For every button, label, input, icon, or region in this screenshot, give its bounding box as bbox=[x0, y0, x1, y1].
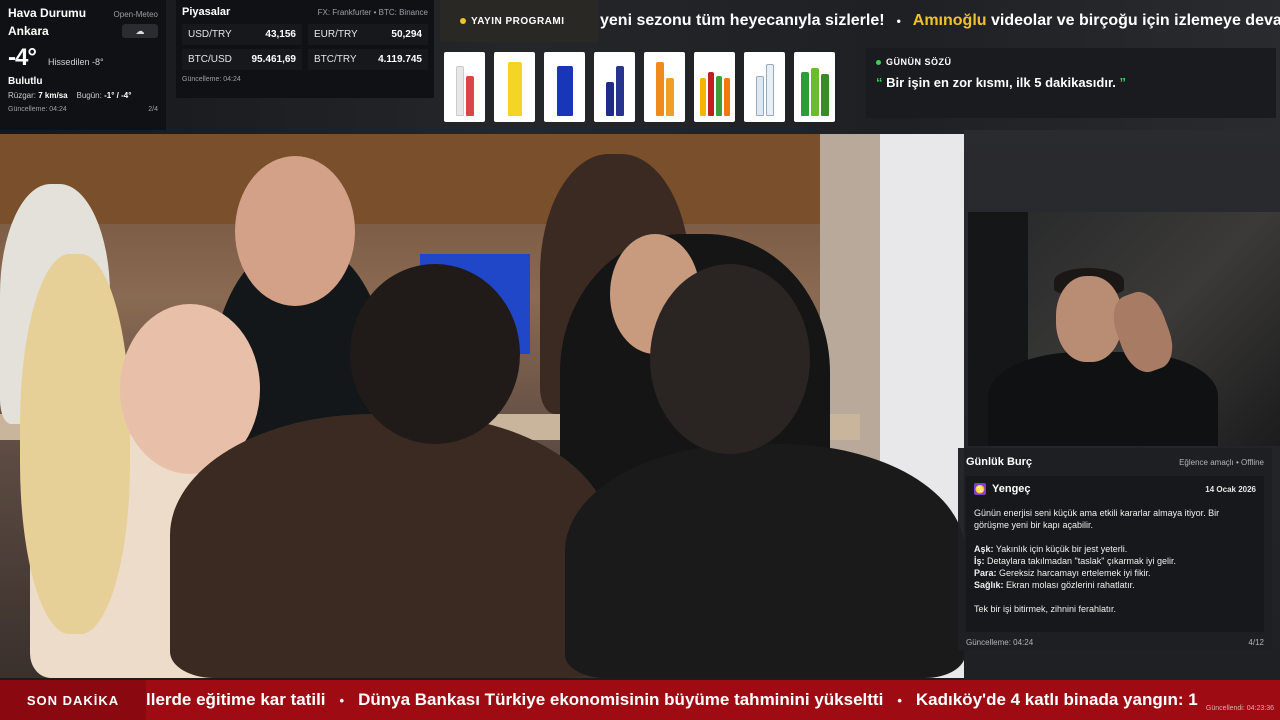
horoscope-intro: Günün enerjisi seni küçük ama etkili kar… bbox=[974, 508, 1220, 530]
horoscope-work: İş: Detaylara takılmadan "taslak" çıkarm… bbox=[974, 556, 1176, 566]
market-value: 50,294 bbox=[391, 29, 422, 40]
wind-label: Rüzgar: bbox=[8, 91, 37, 100]
cloud-icon: ☁ bbox=[122, 24, 158, 38]
horoscope-card: ♋ Yengeç 14 Ocak 2026 Günün enerjisi sen… bbox=[966, 476, 1264, 632]
quote-label: GÜNÜN SÖZÜ bbox=[886, 57, 952, 67]
horoscope-page: 4/12 bbox=[1248, 638, 1264, 647]
market-item: BTC/USD 95.461,69 bbox=[182, 49, 302, 70]
sponsor-products-strip bbox=[444, 52, 858, 122]
weather-title: Hava Durumu bbox=[8, 6, 87, 20]
market-value: 95.461,69 bbox=[251, 54, 297, 65]
horoscope-advice: Tek bir işi bitirmek, zihnini ferahlatır… bbox=[974, 604, 1117, 614]
horoscope-updated: Güncelleme: 04:24 bbox=[966, 638, 1034, 647]
horoscope-health: Sağlık: Ekran molası gözlerini rahatlatı… bbox=[974, 580, 1135, 590]
weather-condition: Bulutlu bbox=[8, 76, 43, 87]
product-image bbox=[694, 52, 735, 122]
quote-text: Bir işin en zor kısmı, ilk 5 dakikasıdır… bbox=[886, 75, 1116, 90]
weather-source: Open-Meteo bbox=[113, 10, 158, 19]
horoscope-love: Aşk: Yakınlık için küçük bir jest yeterl… bbox=[974, 544, 1128, 554]
weather-details: Rüzgar: 7 km/sa Bugün: -1° / -4° bbox=[8, 91, 158, 100]
horoscope-date: 14 Ocak 2026 bbox=[1205, 484, 1256, 494]
program-label: YAYIN PROGRAMI bbox=[471, 15, 565, 27]
market-item: USD/TRY 43,156 bbox=[182, 24, 302, 45]
product-image bbox=[644, 52, 685, 122]
horoscope-money: Para: Gereksiz harcamayı ertelemek iyi f… bbox=[974, 568, 1151, 578]
markets-widget: Piyasalar FX: Frankfurter • BTC: Binance… bbox=[176, 0, 434, 98]
market-symbol: USD/TRY bbox=[188, 29, 232, 40]
breaking-news-separator: • bbox=[339, 692, 345, 708]
horoscope-title: Günlük Burç bbox=[966, 456, 1033, 468]
webcam-feed bbox=[968, 212, 1280, 446]
live-dot-icon bbox=[460, 18, 466, 24]
weather-feels-like: Hissedilen -8° bbox=[47, 57, 104, 67]
product-image bbox=[494, 52, 535, 122]
breaking-news-item: Dünya Bankası Türkiye ekonomisinin büyüm… bbox=[358, 690, 884, 709]
weather-widget: Hava Durumu Open-Meteo Ankara ☁ -4° Hiss… bbox=[0, 0, 166, 130]
main-video-feed bbox=[0, 134, 964, 678]
markets-title: Piyasalar bbox=[182, 6, 231, 18]
breaking-news-updated: Güncellendi: 04:23:36 bbox=[1205, 705, 1274, 712]
breaking-news-ticker: llerde eğitime kar tatili • Dünya Bankas… bbox=[146, 690, 1198, 710]
market-value: 43,156 bbox=[265, 29, 296, 40]
market-symbol: BTC/USD bbox=[188, 54, 232, 65]
top-ticker-text-2: videolar ve birçoğu için izlemeye devam … bbox=[990, 12, 1280, 29]
program-schedule-label: YAYIN PROGRAMI bbox=[440, 0, 598, 42]
horoscope-sign: Yengeç bbox=[992, 483, 1031, 495]
top-ticker-highlight: Amınoğlu bbox=[912, 12, 987, 29]
top-ticker: yeni sezonu tüm heyecanıyla sizlerle! • … bbox=[598, 0, 1280, 42]
breaking-news-item: Kadıköy'de 4 katlı binada yangın: 1 bbox=[915, 690, 1198, 709]
quote-of-the-day: GÜNÜN SÖZÜ “ Bir işin en zor kısmı, ilk … bbox=[866, 48, 1276, 118]
today-label: Bugün: bbox=[76, 91, 102, 100]
breaking-news-label: SON DAKİKA bbox=[0, 680, 146, 720]
market-item: BTC/TRY 4.119.745 bbox=[308, 49, 428, 70]
breaking-news-bar: SON DAKİKA llerde eğitime kar tatili • D… bbox=[0, 680, 1280, 720]
market-value: 4.119.745 bbox=[378, 54, 422, 65]
weather-temperature: -4° bbox=[8, 44, 37, 71]
cancer-sign-icon: ♋ bbox=[974, 483, 986, 495]
wind-value: 7 km/sa bbox=[38, 91, 68, 100]
product-image bbox=[594, 52, 635, 122]
markets-source: FX: Frankfurter • BTC: Binance bbox=[317, 8, 428, 17]
weather-city: Ankara bbox=[8, 24, 49, 38]
weather-updated: Güncelleme: 04:24 bbox=[8, 106, 67, 113]
quote-open-mark: “ bbox=[876, 75, 883, 90]
top-ticker-text-1: yeni sezonu tüm heyecanıyla sizlerle! bbox=[600, 12, 885, 29]
breaking-news-item: llerde eğitime kar tatili bbox=[146, 690, 326, 709]
weather-page: 2/4 bbox=[148, 106, 158, 113]
quote-close-mark: ” bbox=[1119, 75, 1127, 90]
today-value: -1° / -4° bbox=[104, 91, 132, 100]
product-image bbox=[544, 52, 585, 122]
horoscope-note: Eğlence amaçlı • Offline bbox=[1179, 458, 1264, 467]
daily-horoscope-widget: Günlük Burç Eğlence amaçlı • Offline ♋ Y… bbox=[958, 448, 1272, 650]
market-item: EUR/TRY 50,294 bbox=[308, 24, 428, 45]
markets-updated: Güncelleme: 04:24 bbox=[182, 76, 241, 83]
top-ticker-separator: • bbox=[896, 14, 901, 28]
breaking-news-separator: • bbox=[897, 692, 902, 708]
market-symbol: BTC/TRY bbox=[314, 54, 357, 65]
market-symbol: EUR/TRY bbox=[314, 29, 358, 40]
product-image bbox=[744, 52, 785, 122]
quote-dot-icon bbox=[876, 59, 881, 65]
product-image bbox=[444, 52, 485, 122]
product-image bbox=[794, 52, 835, 122]
